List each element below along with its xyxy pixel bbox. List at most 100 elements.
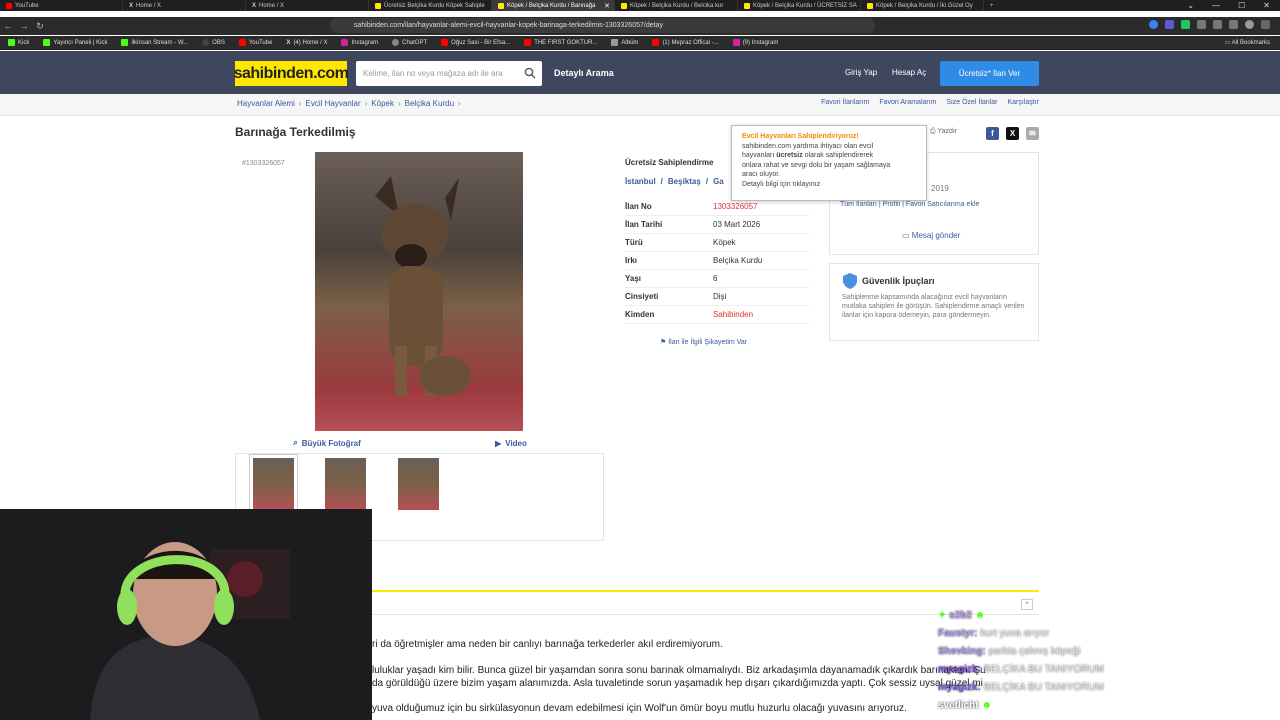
bookmark[interactable]: OBS: [202, 39, 225, 46]
search-icon[interactable]: [524, 67, 536, 79]
browser-tab[interactable]: YouTube: [0, 0, 123, 11]
window-controls: ⌄ — ☐ ✕: [1187, 0, 1280, 11]
thumbnail[interactable]: [398, 458, 439, 510]
details-table: İlan No 1303326057 İlan Tarihi 03 Mart 202…: [625, 198, 809, 324]
breadcrumb-bar: [0, 94, 1280, 116]
breadcrumb-item[interactable]: Evcil Hayvanlar: [305, 99, 360, 108]
x-share-icon[interactable]: X: [1006, 127, 1019, 140]
new-tab-button[interactable]: +: [984, 0, 998, 11]
site-logo[interactable]: sahibinden.com: [234, 61, 349, 86]
chat-message: myagizk: BELÇİKA BU TANIYORUM: [938, 682, 1104, 693]
bookmark[interactable]: THE FIRST GOKTUR...: [524, 39, 597, 46]
favorite-searches-link[interactable]: Favori Aramalarım: [879, 99, 936, 106]
close-window-icon[interactable]: ✕: [1263, 1, 1270, 10]
location-separator: /: [705, 177, 709, 186]
chevron-down-icon[interactable]: ⌄: [1187, 1, 1194, 10]
message-icon: ▭: [902, 231, 912, 240]
streamer-webcam: [0, 509, 372, 720]
table-row: Türü Köpek: [625, 234, 809, 252]
close-tab-icon[interactable]: ✕: [604, 2, 610, 10]
facebook-share-icon[interactable]: f: [986, 127, 999, 140]
obs-icon: [202, 39, 210, 46]
security-title: Güvenlik İpuçları: [862, 276, 935, 286]
browser-tab[interactable]: X Home / X: [246, 0, 369, 11]
main-photo[interactable]: [315, 152, 523, 431]
location-separator: /: [660, 177, 663, 186]
login-link[interactable]: Giriş Yap: [845, 68, 877, 77]
x-icon: X: [286, 39, 291, 46]
bookmark[interactable]: (9) Instagram: [732, 39, 778, 46]
description-text: yuva olduğumuz için bu sirkülasyonun dev…: [372, 703, 907, 714]
bookmark[interactable]: (1) Mepraz Offical -...: [652, 39, 719, 46]
emote-icon: ☻: [981, 700, 992, 711]
listing-category: Ücretsiz Sahiplendirme: [625, 158, 714, 167]
table-row: Yaşı 6: [625, 270, 809, 288]
browser-tab[interactable]: Ücretsiz Belçika Kurdu Köpek Sahiple: [369, 0, 492, 11]
back-icon[interactable]: ←: [0, 21, 16, 31]
bookmark[interactable]: X (4) Home / X: [286, 40, 327, 46]
reload-icon[interactable]: ↻: [32, 21, 48, 32]
seller-links[interactable]: Tüm İlanları | Profili | Favori Satıcıla…: [840, 201, 979, 208]
bookmark[interactable]: Oğuz Sasi - Bir Efsa...: [441, 39, 510, 46]
bookmark[interactable]: ChatGPT: [392, 39, 427, 46]
member-since-year: 2019: [931, 184, 949, 193]
browser-tab-active[interactable]: Köpek / Belçika Kurdu / Barınağa ✕: [492, 0, 615, 11]
minimize-icon[interactable]: —: [1212, 1, 1220, 10]
special-listings-link[interactable]: Size Özel İlanlar: [947, 99, 998, 106]
extension-icon[interactable]: [1149, 20, 1158, 29]
bookmark[interactable]: Albüm: [611, 39, 638, 46]
sahibinden-icon: [867, 2, 873, 9]
extension-icon[interactable]: [1197, 20, 1206, 29]
all-bookmarks-button[interactable]: ▭ All Bookmarks: [1225, 39, 1270, 46]
location-district[interactable]: Beşiktaş: [668, 177, 701, 186]
bookmark[interactable]: Instagram: [341, 39, 378, 46]
compare-link[interactable]: Karşılaştır: [1007, 99, 1039, 106]
youtube-icon: [238, 39, 246, 46]
instagram-icon: [732, 39, 740, 46]
forward-icon[interactable]: →: [16, 21, 32, 31]
extension-icon[interactable]: [1229, 20, 1238, 29]
description-text: ri da öğretmişler ama neden bir canlıyı …: [372, 639, 723, 650]
table-row: İlan Tarihi 03 Mart 2026: [625, 216, 809, 234]
bookmark[interactable]: Yayıncı Paneli | Kick: [43, 39, 107, 46]
complaint-link[interactable]: ⚑ İlan ile İlgili Şikayetim Var: [660, 338, 747, 346]
thumbnail[interactable]: [249, 454, 298, 514]
sahibinden-icon: [744, 2, 750, 9]
breadcrumb-item[interactable]: Köpek: [371, 99, 394, 108]
url-input[interactable]: sahibinden.com/ilan/hayvanlar-alemi-evci…: [330, 18, 875, 33]
adoption-tooltip[interactable]: Evcil Hayvanları Sahiplendiriyoruz! sahi…: [731, 125, 927, 201]
email-share-icon[interactable]: ✉: [1026, 127, 1039, 140]
breadcrumb-item[interactable]: Hayvanlar Alemi: [237, 99, 295, 108]
register-link[interactable]: Hesap Aç: [892, 68, 926, 77]
extension-icon[interactable]: [1181, 20, 1190, 29]
browser-tab[interactable]: Köpek / Belçika Kurdu / İki Güzel Oy: [861, 0, 984, 11]
big-photo-button[interactable]: ⌕ Büyük Fotoğraf: [235, 434, 419, 452]
favorite-listings-link[interactable]: Favori İlanlarım: [821, 99, 869, 106]
print-link[interactable]: ⎙ Yazdır: [930, 128, 957, 136]
extension-icon[interactable]: [1213, 20, 1222, 29]
extension-icon[interactable]: [1165, 20, 1174, 29]
browser-tab[interactable]: Köpek / Belçika Kurdu / Belcika kur: [615, 0, 738, 11]
location-neighborhood[interactable]: Ga: [713, 177, 724, 186]
bookmark[interactable]: ilkinsan Stream - W...: [121, 39, 188, 46]
table-row: Irkı Belçika Kurdu: [625, 252, 809, 270]
description-text: luluklar yaşadı kim bilir. Bunca güzel b…: [372, 665, 986, 676]
browser-tab[interactable]: Köpek / Belçika Kurdu / ÜCRETSİZ SA: [738, 0, 861, 11]
location-city[interactable]: İstanbul: [625, 177, 656, 186]
bookmark[interactable]: YouTube: [238, 39, 272, 46]
bookmark[interactable]: Kick: [8, 39, 29, 46]
menu-icon[interactable]: [1261, 20, 1270, 29]
browser-tab[interactable]: X Home / X: [123, 0, 246, 11]
play-icon: ▶: [495, 438, 502, 448]
video-button[interactable]: ▶ Video: [419, 434, 603, 452]
chat-message: Faustyr: kurt yuva arıyor: [938, 628, 1050, 639]
dog-photo: [375, 176, 471, 396]
thumbnail[interactable]: [325, 458, 366, 510]
profile-icon[interactable]: [1245, 20, 1254, 29]
maximize-icon[interactable]: ☐: [1238, 1, 1245, 10]
search-input[interactable]: Kelime, ilan no veya mağaza adı ile ara: [356, 61, 542, 86]
post-ad-button[interactable]: Ücretsiz* İlan Ver: [940, 61, 1039, 86]
send-message-link[interactable]: ▭ Mesaj gönder: [902, 231, 960, 240]
detailed-search-link[interactable]: Detaylı Arama: [554, 68, 614, 78]
breadcrumb-item[interactable]: Belçika Kurdu: [405, 99, 454, 108]
